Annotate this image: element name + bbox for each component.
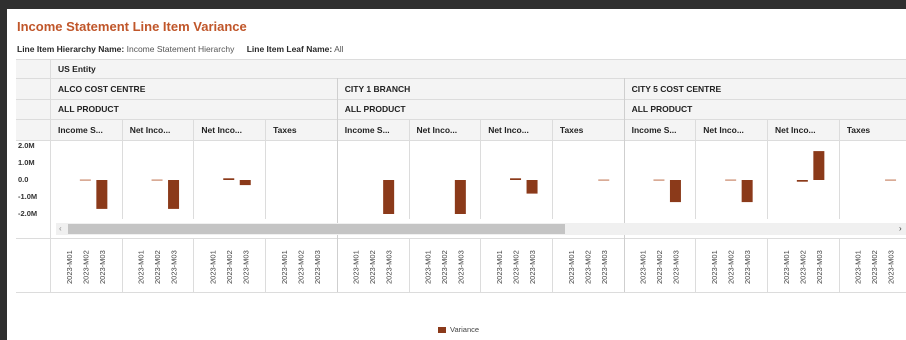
x-tick-label: 2023-M03 [671,250,680,284]
x-tick-label: 2023-M02 [512,250,521,284]
x-tick-label: 2023-M01 [854,250,863,284]
variance-bar[interactable] [223,178,235,180]
x-tick-label: 2023-M02 [368,250,377,284]
x-tick-label: 2023-M02 [727,250,736,284]
x-tick-label: 2023-M01 [137,250,146,284]
x-tick-label: 2023-M02 [440,250,449,284]
x-tick-label: 2023-M01 [352,250,361,284]
x-tick-label: 2023-M02 [81,250,90,284]
variance-bar[interactable] [454,180,466,214]
legend-swatch [438,326,446,333]
variance-bar[interactable] [741,180,753,203]
x-tick-label: 2023-M01 [423,250,432,284]
x-tick-label: 2023-M03 [528,250,537,284]
variance-bar-zero[interactable] [79,179,91,181]
variance-bar[interactable] [510,178,522,180]
variance-bar-zero[interactable] [725,179,737,181]
x-tick-label: 2023-M03 [241,250,250,284]
x-tick-label: 2023-M01 [567,250,576,284]
x-tick-label: 2023-M02 [798,250,807,284]
x-tick-label: 2023-M03 [600,250,609,284]
x-tick-label: 2023-M03 [887,250,896,284]
variance-bar-zero[interactable] [653,179,665,181]
x-tick-label: 2023-M02 [655,250,664,284]
variance-bar[interactable] [796,180,808,182]
x-tick-label: 2023-M02 [296,250,305,284]
variance-bar[interactable] [239,180,251,186]
variance-bar[interactable] [383,180,395,214]
x-tick-label: 2023-M03 [98,250,107,284]
x-tick-label: 2023-M01 [65,250,74,284]
variance-bar[interactable] [168,180,180,209]
x-tick-label: 2023-M02 [870,250,879,284]
variance-bar[interactable] [96,180,108,209]
variance-bar[interactable] [669,180,681,203]
variance-bar-zero[interactable] [885,179,897,181]
x-tick-label: 2023-M03 [743,250,752,284]
x-tick-label: 2023-M02 [225,250,234,284]
x-tick-label: 2023-M03 [313,250,322,284]
variance-bar-zero[interactable] [151,179,163,181]
variance-bar-chart: 2023-M01 2023-M02 2023-M03 2023-M01 2023-M02… [65,151,897,284]
x-tick-label: 2023-M01 [638,250,647,284]
variance-bar-zero[interactable] [598,179,610,181]
x-tick-label: 2023-M03 [456,250,465,284]
x-tick-label: 2023-M01 [495,250,504,284]
x-tick-label: 2023-M01 [280,250,289,284]
variance-bar[interactable] [813,151,825,180]
x-tick-label: 2023-M01 [208,250,217,284]
variance-bar[interactable] [526,180,538,194]
x-tick-label: 2023-M03 [385,250,394,284]
legend-label: Variance [450,325,480,334]
x-tick-label: 2023-M03 [170,250,179,284]
chart-legend: Variance [438,325,479,334]
x-tick-label: 2023-M02 [583,250,592,284]
x-tick-label: 2023-M01 [782,250,791,284]
x-tick-label: 2023-M03 [815,250,824,284]
x-tick-label: 2023-M02 [153,250,162,284]
x-tick-label: 2023-M01 [710,250,719,284]
